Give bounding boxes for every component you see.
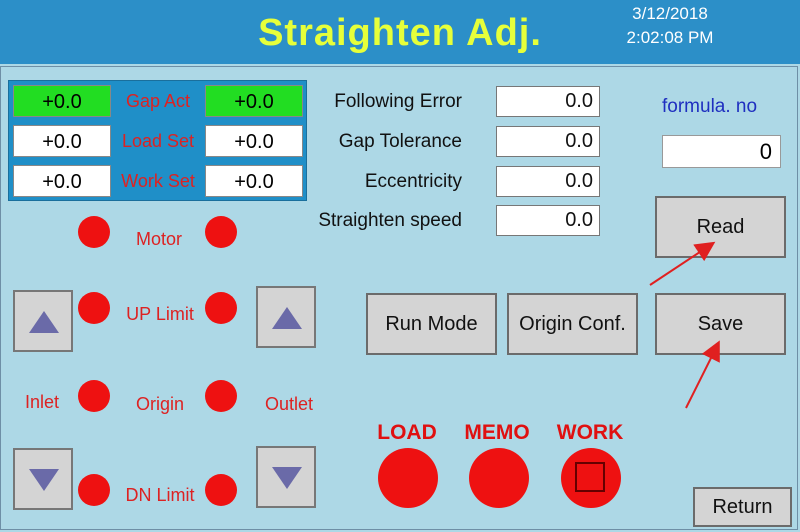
arrow-to-save (685, 340, 720, 409)
annotation-arrows (649, 241, 720, 409)
arrow-to-read (649, 241, 716, 286)
